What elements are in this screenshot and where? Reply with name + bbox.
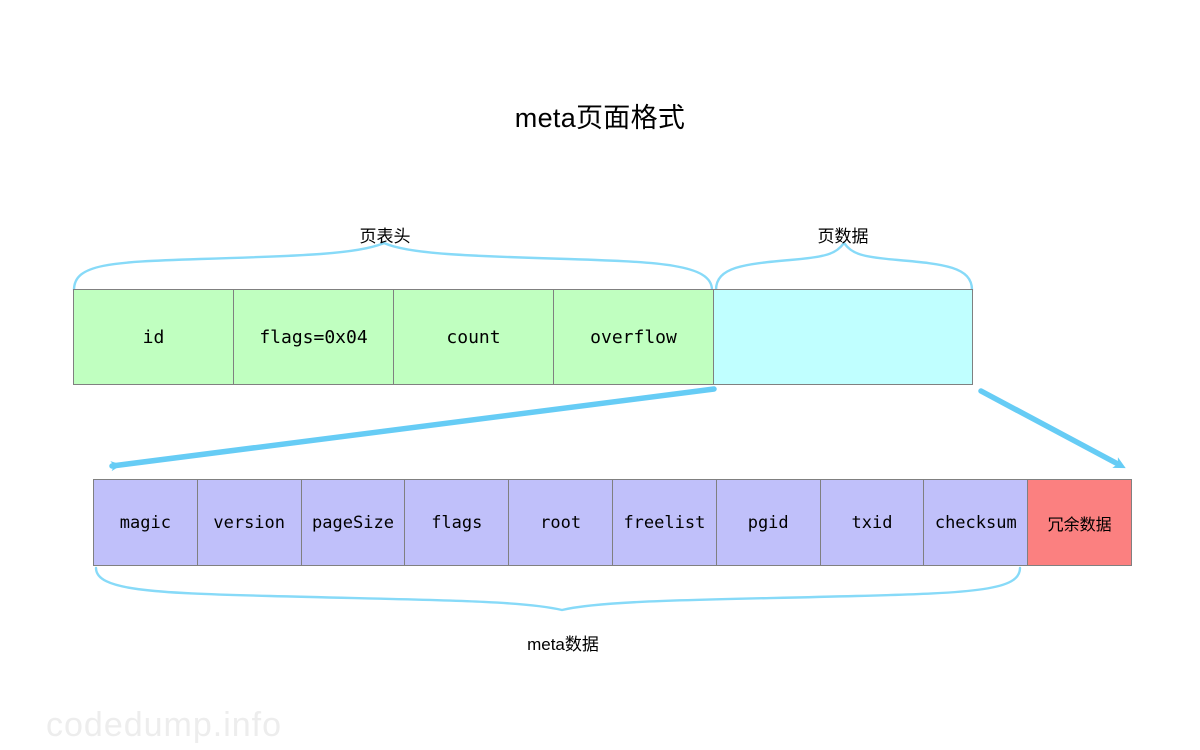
meta-cell-root: root [509,480,613,565]
watermark: codedump.info [46,706,283,744]
brace-page-data [714,240,974,292]
meta-fields-row: magic version pageSize flags root freelist pgi… [93,479,1132,566]
page-cell-id: id [74,290,234,384]
label-page-header: 页表头 [359,227,411,246]
label-meta-data: meta数据 [527,635,599,654]
meta-cell-冗余数据: 冗余数据 [1028,480,1131,565]
page-cell-overflow: overflow [554,290,714,384]
page-layout-row: id flags=0x04 count overflow [73,289,973,385]
meta-cell-txid: txid [820,480,925,565]
arrow-data-to-meta-left [109,386,717,472]
meta-cell-freelist: freelist [612,480,717,565]
label-page-data: 页数据 [817,227,869,246]
meta-cell-flags: flags [405,480,510,565]
meta-cell-checksum: checksum [924,480,1029,565]
arrow-data-to-meta-right [978,388,1126,469]
diagram-canvas: meta页面格式 页表头 页数据 meta数据 id flags=0x04 co… [0,0,1200,750]
meta-cell-pgid: pgid [716,480,821,565]
brace-meta-data [94,566,1022,612]
meta-cell-pagesize: pageSize [301,480,406,565]
page-cell-count: count [394,290,554,384]
meta-cell-version: version [197,480,302,565]
meta-cell-magic: magic [94,480,198,565]
page-cell-empty [714,290,972,384]
page-cell-flags-0x04: flags=0x04 [234,290,394,384]
brace-page-header [72,241,714,292]
